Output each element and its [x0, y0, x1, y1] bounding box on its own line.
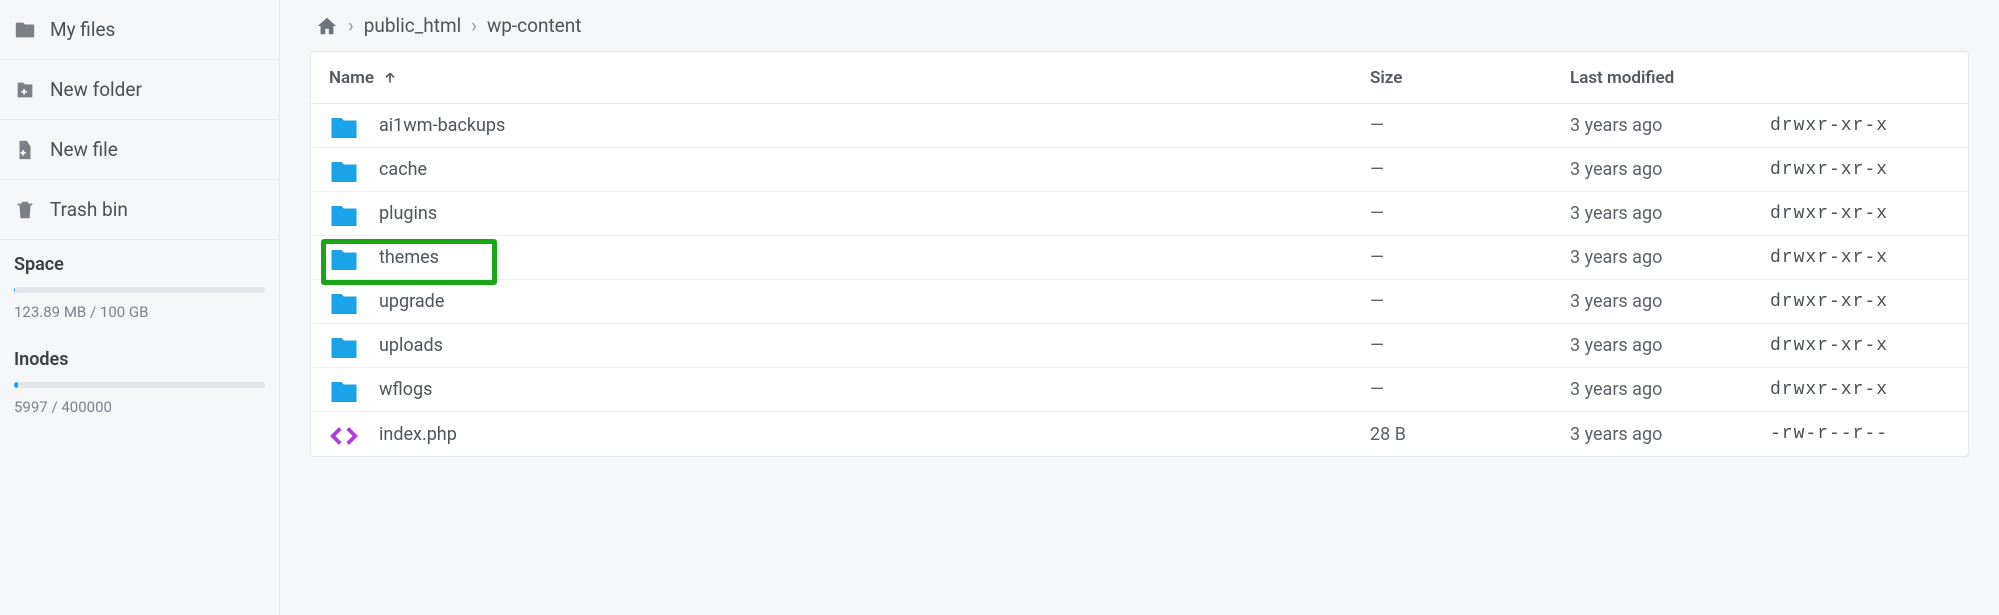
cell-name[interactable]: uploads [329, 333, 1370, 359]
folder-icon [329, 113, 359, 139]
cell-name[interactable]: upgrade [329, 289, 1370, 315]
folder-icon [329, 289, 359, 315]
file-rows-container: ai1wm-backups—3 years agodrwxr-xr-xcache… [311, 104, 1968, 456]
file-name: plugins [379, 203, 437, 224]
chevron-right-icon: › [471, 14, 477, 37]
folder-icon [329, 201, 359, 227]
space-title: Space [14, 254, 265, 275]
chevron-right-icon: › [348, 14, 354, 37]
file-name: index.php [379, 424, 457, 445]
cell-name[interactable]: index.php [329, 421, 1370, 447]
sidebar-item-new-file[interactable]: New file [0, 120, 279, 180]
sort-ascending-icon [382, 70, 398, 86]
column-header-modified[interactable]: Last modified [1570, 68, 1770, 88]
home-icon[interactable] [316, 15, 338, 37]
cell-modified: 3 years ago [1570, 335, 1770, 356]
cell-size: — [1370, 379, 1570, 400]
cell-permissions: drwxr-xr-x [1770, 292, 1950, 312]
cell-size: — [1370, 159, 1570, 180]
cell-modified: 3 years ago [1570, 424, 1770, 445]
cell-modified: 3 years ago [1570, 159, 1770, 180]
breadcrumb-item[interactable]: public_html [364, 14, 462, 37]
table-row[interactable]: uploads —3 years agodrwxr-xr-x [311, 324, 1968, 368]
cell-permissions: drwxr-xr-x [1770, 248, 1950, 268]
sidebar-space-section: Space 123.89 MB / 100 GB [0, 240, 279, 335]
cell-size: — [1370, 203, 1570, 224]
file-name: upgrade [379, 291, 444, 312]
column-header-name[interactable]: Name [329, 68, 1370, 88]
file-name: ai1wm-backups [379, 115, 505, 136]
file-list-panel: Name Size Last modified ai1wm-backups—3 … [310, 51, 1969, 457]
new-folder-icon [14, 79, 36, 101]
cell-size: — [1370, 335, 1570, 356]
table-row[interactable]: upgrade —3 years agodrwxr-xr-x [311, 280, 1968, 324]
inodes-title: Inodes [14, 349, 265, 370]
breadcrumb-item[interactable]: wp-content [487, 14, 581, 37]
table-row[interactable]: plugins —3 years agodrwxr-xr-x [311, 192, 1968, 236]
main-content: › public_html › wp-content Name Size Las… [280, 0, 1999, 615]
sidebar-item-label: Trash bin [50, 198, 128, 221]
cell-modified: 3 years ago [1570, 203, 1770, 224]
column-header-size[interactable]: Size [1370, 68, 1570, 88]
table-row[interactable]: ai1wm-backups —3 years agodrwxr-xr-x [311, 104, 1968, 148]
space-usage-text: 123.89 MB / 100 GB [14, 303, 265, 321]
file-list-header: Name Size Last modified [311, 52, 1968, 104]
cell-name[interactable]: ai1wm-backups [329, 113, 1370, 139]
cell-size: — [1370, 247, 1570, 268]
cell-name[interactable]: plugins [329, 201, 1370, 227]
cell-modified: 3 years ago [1570, 291, 1770, 312]
cell-size: — [1370, 115, 1570, 136]
folder-icon [329, 377, 359, 403]
table-row[interactable]: wflogs —3 years agodrwxr-xr-x [311, 368, 1968, 412]
cell-modified: 3 years ago [1570, 115, 1770, 136]
cell-name[interactable]: wflogs [329, 377, 1370, 403]
folder-icon [329, 245, 359, 271]
cell-permissions: drwxr-xr-x [1770, 380, 1950, 400]
breadcrumb: › public_html › wp-content [310, 10, 1969, 51]
cell-permissions: drwxr-xr-x [1770, 204, 1950, 224]
cell-name[interactable]: themes [329, 245, 1370, 271]
sidebar-item-label: New file [50, 138, 118, 161]
cell-permissions: -rw-r--r-- [1770, 424, 1950, 444]
sidebar-item-label: New folder [50, 78, 142, 101]
file-name: uploads [379, 335, 443, 356]
table-row[interactable]: index.php 28 B3 years ago-rw-r--r-- [311, 412, 1968, 456]
sidebar-item-label: My files [50, 18, 115, 41]
cell-permissions: drwxr-xr-x [1770, 336, 1950, 356]
sidebar-item-new-folder[interactable]: New folder [0, 60, 279, 120]
file-name: wflogs [379, 379, 432, 400]
table-row[interactable]: themes —3 years agodrwxr-xr-x [311, 236, 1968, 280]
cell-size: — [1370, 291, 1570, 312]
new-file-icon [14, 139, 36, 161]
file-name: themes [379, 247, 439, 268]
cell-size: 28 B [1370, 424, 1570, 445]
cell-permissions: drwxr-xr-x [1770, 116, 1950, 136]
sidebar-inodes-section: Inodes 5997 / 400000 [0, 335, 279, 430]
cell-name[interactable]: cache [329, 157, 1370, 183]
inodes-usage-fill [14, 382, 18, 388]
folder-icon [14, 19, 36, 41]
inodes-usage-text: 5997 / 400000 [14, 398, 265, 416]
folder-icon [329, 157, 359, 183]
sidebar-item-my-files[interactable]: My files [0, 0, 279, 60]
table-row[interactable]: cache —3 years agodrwxr-xr-x [311, 148, 1968, 192]
folder-icon [329, 333, 359, 359]
cell-permissions: drwxr-xr-x [1770, 160, 1950, 180]
file-name: cache [379, 159, 427, 180]
space-usage-bar [14, 287, 265, 293]
sidebar-item-trash-bin[interactable]: Trash bin [0, 180, 279, 240]
sidebar: My files New folder New file Trash bin S… [0, 0, 280, 615]
trash-icon [14, 199, 36, 221]
inodes-usage-bar [14, 382, 265, 388]
cell-modified: 3 years ago [1570, 379, 1770, 400]
cell-modified: 3 years ago [1570, 247, 1770, 268]
column-header-label: Name [329, 68, 374, 88]
code-file-icon [329, 421, 359, 447]
